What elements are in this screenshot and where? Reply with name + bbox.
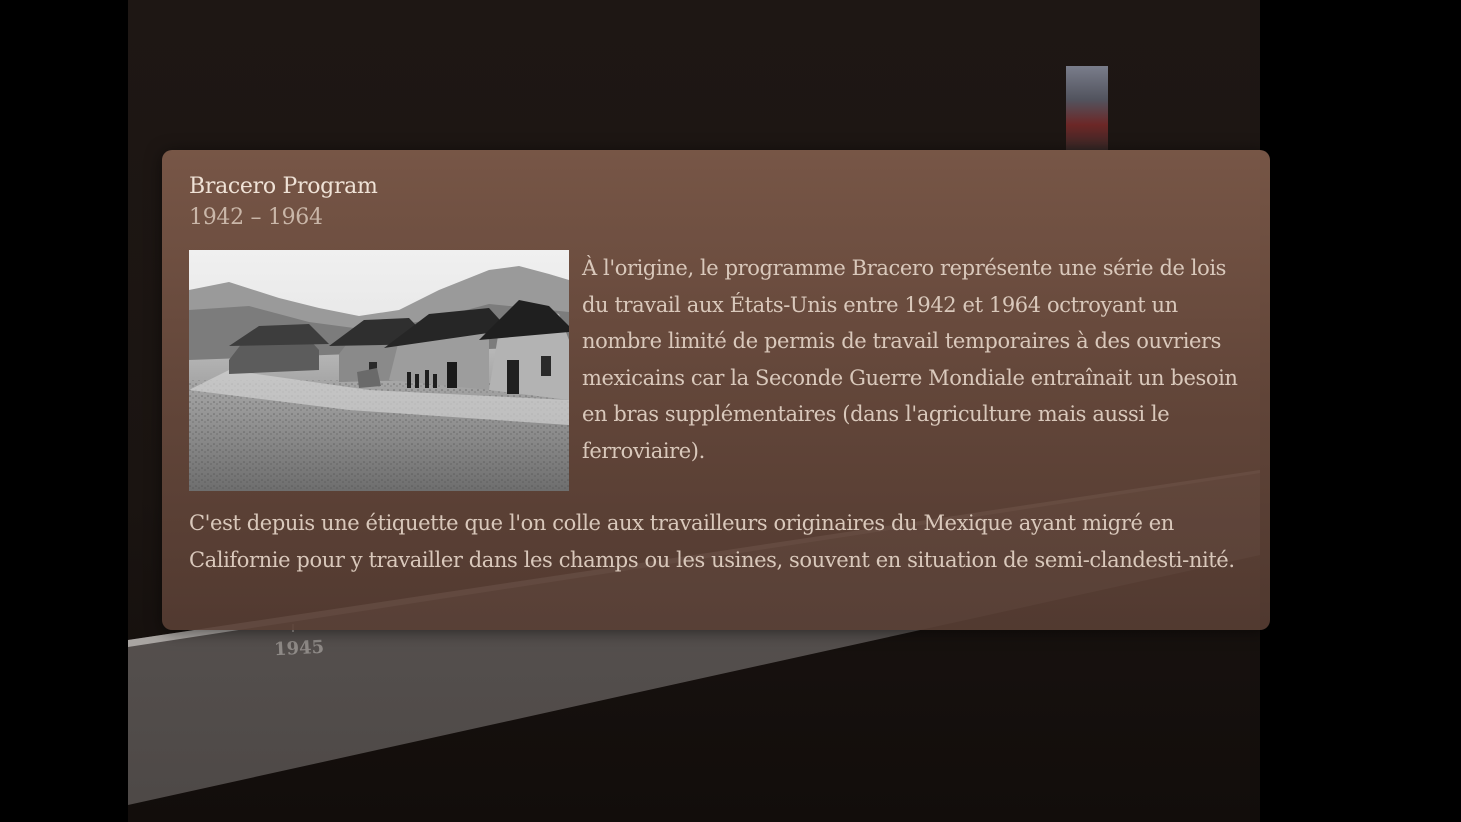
- timeline-tick-label: 1945: [273, 636, 325, 661]
- event-title: Bracero Program: [189, 174, 378, 199]
- event-description-paragraph-1: À l'origine, le programme Bracero représ…: [582, 256, 1238, 463]
- event-detail-popup[interactable]: Bracero Program 1942 – 1964 À l'origine,…: [162, 150, 1270, 630]
- event-photo: [189, 250, 569, 491]
- event-description-paragraph-2: C'est depuis une étiquette que l'on coll…: [189, 511, 1235, 572]
- background-event-thumbnail[interactable]: [1066, 66, 1108, 150]
- timeline-viewer: 1945 Bracero Program 1942 – 1964 À l'ori…: [0, 0, 1461, 822]
- event-dates: 1942 – 1964: [189, 205, 323, 230]
- village-photo-illustration: [189, 250, 569, 491]
